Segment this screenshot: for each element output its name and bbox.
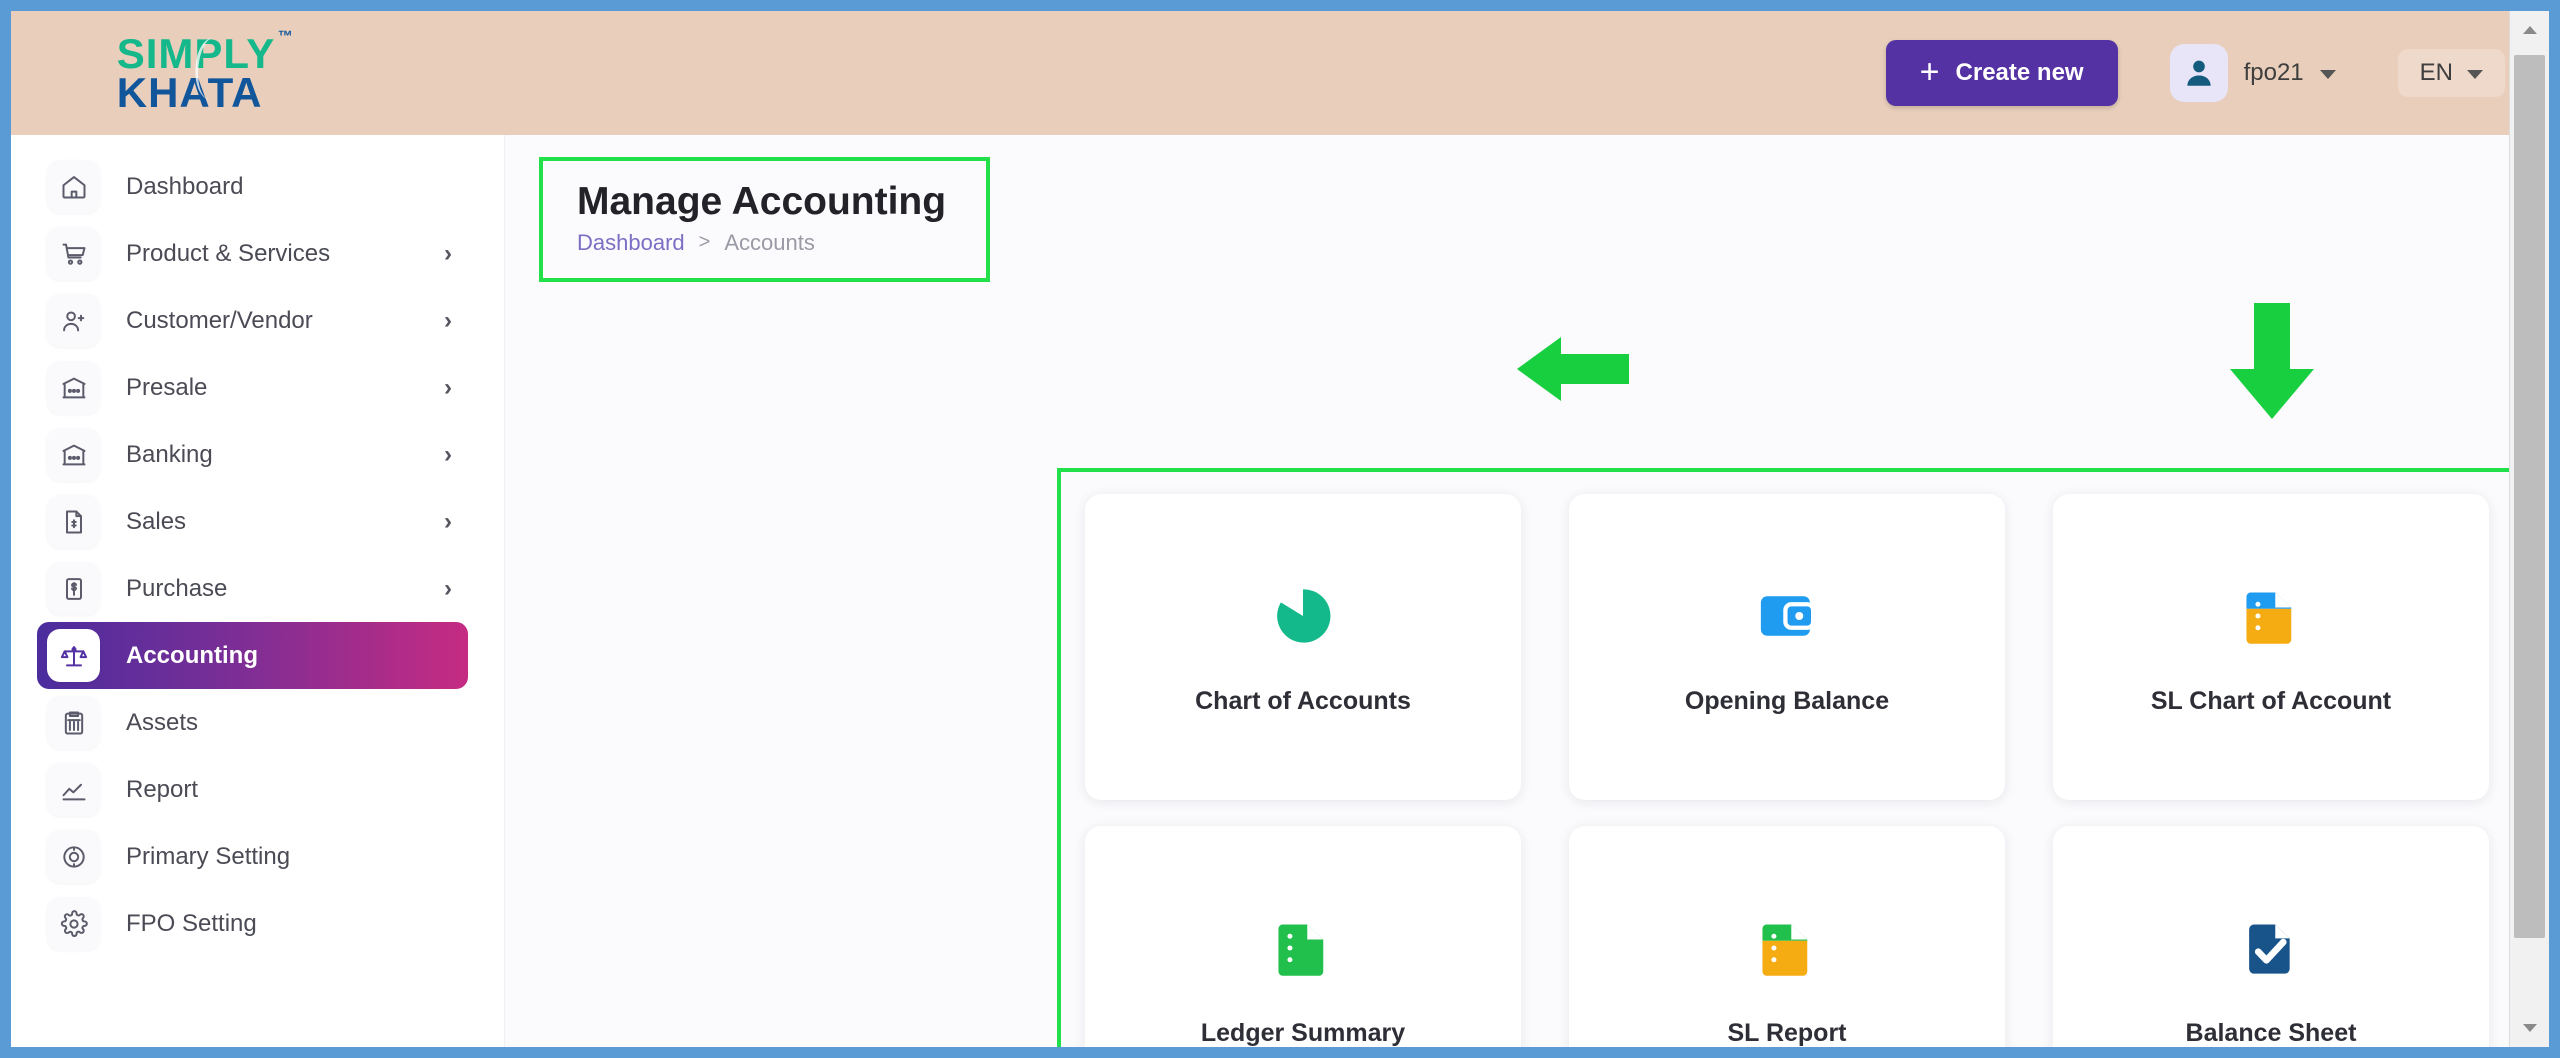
- sidebar-item-presale[interactable]: Presale ›: [37, 354, 468, 421]
- vertical-scrollbar[interactable]: [2509, 11, 2549, 1047]
- scrollbar-track[interactable]: [2510, 49, 2549, 1009]
- sidebar-nav: Dashboard Product & Services › Customer/…: [11, 135, 505, 1047]
- sidebar-item-sales[interactable]: Sales ›: [37, 488, 468, 555]
- user-menu[interactable]: fpo21: [2169, 44, 2336, 102]
- wallet-icon: [1750, 579, 1824, 653]
- cart-icon: [47, 227, 100, 280]
- card-sl-report[interactable]: SL Report: [1569, 826, 2005, 1047]
- pie-chart-icon: [1266, 579, 1340, 653]
- language-selector[interactable]: EN: [2397, 49, 2505, 97]
- chevron-right-icon: ›: [444, 440, 452, 468]
- language-label: EN: [2419, 59, 2453, 86]
- sidebar-item-label: Purchase: [126, 574, 228, 602]
- breadcrumb-separator: >: [698, 231, 711, 254]
- cards-highlight-box: Chart of Accounts Opening Balance SL Cha…: [1057, 468, 2549, 1047]
- green-left-arrow-annotation: [1517, 337, 1629, 401]
- trademark-symbol: ™: [277, 27, 294, 45]
- caret-up-icon: [2522, 26, 2537, 34]
- sidebar-item-fpo-setting[interactable]: FPO Setting: [37, 890, 468, 957]
- bank-icon: [47, 428, 100, 481]
- breadcrumb-current: Accounts: [724, 229, 815, 255]
- sidebar-item-dashboard[interactable]: Dashboard: [37, 153, 468, 220]
- sidebar-item-label: Primary Setting: [126, 842, 291, 870]
- card-label: SL Report: [1727, 1018, 1847, 1047]
- sidebar-item-label: Assets: [126, 708, 199, 736]
- sidebar-item-banking[interactable]: Banking ›: [37, 421, 468, 488]
- avatar: [2169, 44, 2228, 102]
- card-sl-chart-of-account[interactable]: SL Chart of Account: [2053, 494, 2489, 800]
- brand-logo[interactable]: SIMPLY KHATA ™: [11, 29, 381, 116]
- chevron-right-icon: ›: [444, 239, 452, 267]
- sidebar-item-label: Sales: [126, 507, 187, 535]
- caret-down-icon: [2522, 1024, 2537, 1032]
- card-ledger-summary[interactable]: Ledger Summary: [1085, 826, 1521, 1047]
- sidebar-item-label: Report: [126, 775, 199, 803]
- card-chart-of-accounts[interactable]: Chart of Accounts: [1085, 494, 1521, 800]
- plus-icon: +: [1919, 52, 1940, 91]
- scroll-up-button[interactable]: [2509, 11, 2549, 49]
- sidebar-item-label: Presale: [126, 373, 208, 401]
- sidebar-item-label: Dashboard: [126, 172, 244, 200]
- logo-text-top: SIMPLY: [116, 29, 276, 77]
- document-list-icon: [2234, 579, 2308, 653]
- bank-icon: [47, 361, 100, 414]
- create-new-button[interactable]: + Create new: [1885, 40, 2118, 106]
- chevron-right-icon: ›: [444, 574, 452, 602]
- app-header: SIMPLY KHATA ™ + Create new fpo21 EN: [11, 11, 2549, 135]
- sidebar-item-label: Accounting: [126, 641, 258, 669]
- main-content: Manage Accounting Dashboard > Accounts C…: [505, 135, 2549, 1047]
- card-balance-sheet[interactable]: Balance Sheet: [2053, 826, 2489, 1047]
- green-down-arrow-annotation: [2230, 303, 2314, 419]
- user-name-label: fpo21: [2243, 59, 2304, 86]
- card-opening-balance[interactable]: Opening Balance: [1569, 494, 2005, 800]
- clipboard-icon: [47, 696, 100, 749]
- page-title-highlight-box: Manage Accounting Dashboard > Accounts: [539, 157, 991, 282]
- app-window: SIMPLY KHATA ™ + Create new fpo21 EN Das…: [11, 11, 2549, 1047]
- chart-line-icon: [47, 763, 100, 816]
- chevron-right-icon: ›: [444, 306, 452, 334]
- browser-frame: SIMPLY KHATA ™ + Create new fpo21 EN Das…: [0, 0, 2560, 1058]
- invoice-money-icon: [47, 562, 100, 615]
- card-label: Ledger Summary: [1200, 1018, 1406, 1047]
- document-icon: [47, 495, 100, 548]
- sidebar-item-customer-vendor[interactable]: Customer/Vendor ›: [37, 287, 468, 354]
- home-icon: [47, 160, 100, 213]
- sidebar-item-label: Customer/Vendor: [126, 306, 313, 334]
- disc-icon: [47, 830, 100, 883]
- card-label: SL Chart of Account: [2150, 686, 2392, 715]
- chevron-right-icon: ›: [444, 507, 452, 535]
- app-body: Dashboard Product & Services › Customer/…: [11, 135, 2549, 1047]
- sidebar-item-purchase[interactable]: Purchase ›: [37, 555, 468, 622]
- document-list-icon: [1266, 911, 1340, 985]
- user-plus-icon: [47, 294, 100, 347]
- gear-icon: [47, 897, 100, 950]
- breadcrumb: Dashboard > Accounts: [577, 230, 946, 256]
- page-title: Manage Accounting: [577, 180, 947, 223]
- accounting-cards-grid: Chart of Accounts Opening Balance SL Cha…: [1085, 494, 2549, 1047]
- document-list-icon: [1750, 911, 1824, 985]
- sidebar-item-label: Banking: [126, 440, 213, 468]
- sidebar-item-label: FPO Setting: [126, 909, 257, 937]
- sidebar-item-product-services[interactable]: Product & Services ›: [37, 220, 468, 287]
- scrollbar-thumb[interactable]: [2514, 55, 2545, 939]
- sidebar-item-accounting[interactable]: Accounting: [37, 622, 468, 689]
- chevron-down-icon: [2319, 70, 2336, 79]
- card-label: Chart of Accounts: [1195, 686, 1411, 715]
- card-label: Opening Balance: [1684, 686, 1890, 715]
- sidebar-item-label: Product & Services: [126, 239, 331, 267]
- sidebar-item-primary-setting[interactable]: Primary Setting: [37, 823, 468, 890]
- logo-text-bottom: KHATA: [116, 69, 263, 116]
- card-label: Balance Sheet: [2185, 1018, 2357, 1047]
- scroll-down-button[interactable]: [2509, 1009, 2549, 1047]
- sidebar-item-report[interactable]: Report: [37, 756, 468, 823]
- breadcrumb-parent[interactable]: Dashboard: [577, 230, 685, 256]
- create-new-label: Create new: [1955, 59, 2084, 86]
- chevron-right-icon: ›: [444, 373, 452, 401]
- scales-icon: [47, 629, 100, 682]
- sidebar-item-assets[interactable]: Assets: [37, 689, 468, 756]
- document-check-icon: [2234, 911, 2308, 985]
- chevron-down-icon: [2467, 70, 2483, 79]
